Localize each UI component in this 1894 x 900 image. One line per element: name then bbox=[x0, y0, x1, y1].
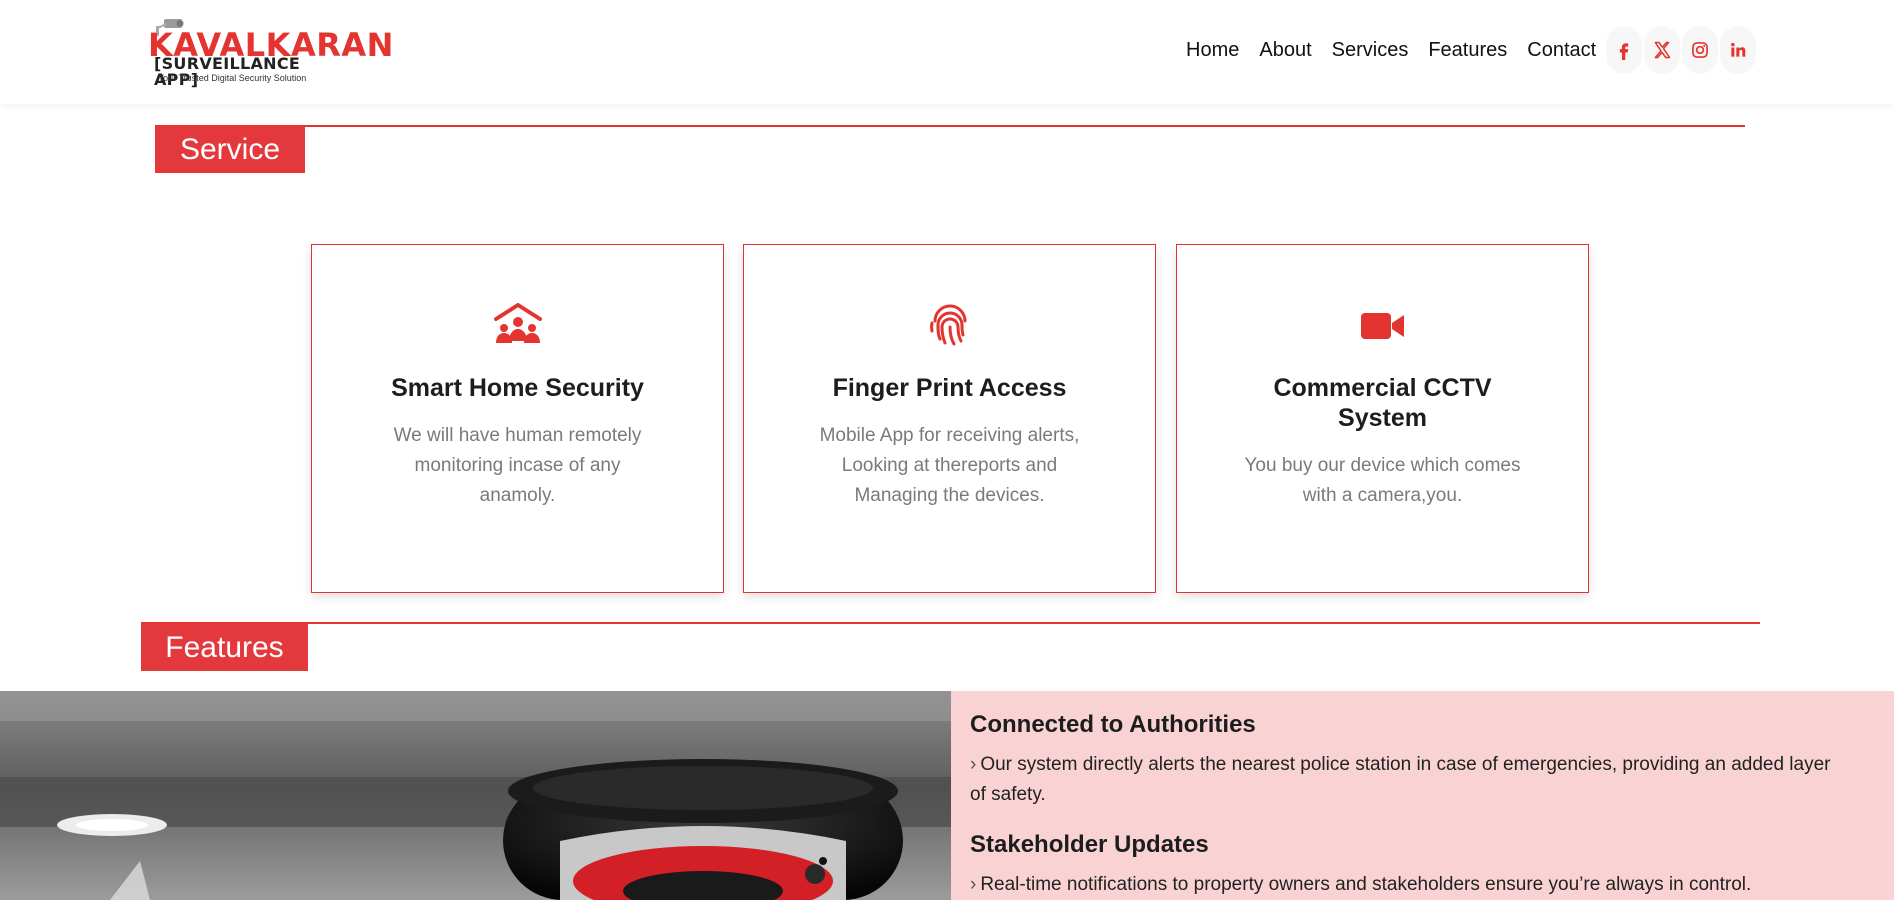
card-title: Commercial CCTV System bbox=[1273, 374, 1492, 432]
facebook-icon bbox=[1620, 43, 1629, 60]
card-title: Finger Print Access bbox=[832, 374, 1067, 402]
card-description: Mobile App for receiving alerts, Looking… bbox=[819, 425, 1080, 506]
features-heading: Features bbox=[141, 624, 308, 671]
brand-subtitle: [SURVEILLANCE APP] bbox=[154, 54, 301, 89]
instagram-button[interactable] bbox=[1682, 26, 1719, 74]
card-title: Smart Home Security bbox=[391, 374, 644, 402]
service-heading-rule bbox=[155, 125, 1745, 127]
dome-camera-photo bbox=[0, 691, 951, 900]
features-panel: Connected to Authorities › Our system dir… bbox=[951, 691, 1894, 900]
card-description: We will have human remotely monitoring i… bbox=[393, 425, 642, 506]
social-links bbox=[1606, 26, 1758, 74]
nav-about[interactable]: About bbox=[1259, 39, 1311, 62]
feature-description: › Real-time notifications to property own… bbox=[970, 870, 1850, 900]
security-camera-image bbox=[0, 691, 951, 900]
feature-title: Connected to Authorities bbox=[970, 711, 1256, 738]
service-card-cctv[interactable]: Commercial CCTV System You buy our devic… bbox=[1176, 244, 1589, 593]
main-nav: Home About Services Features Contact bbox=[1186, 26, 1758, 74]
x-button[interactable] bbox=[1644, 26, 1681, 74]
service-card-fingerprint[interactable]: Finger Print Access Mobile App for recei… bbox=[743, 244, 1156, 593]
card-description: You buy our device which comes with a ca… bbox=[1244, 455, 1521, 506]
x-twitter-icon bbox=[1654, 41, 1671, 59]
feature-description-text: Our system directly alerts the nearest p… bbox=[970, 754, 1831, 805]
linkedin-icon bbox=[1731, 42, 1746, 57]
service-heading: Service bbox=[155, 126, 305, 173]
home-people-icon bbox=[493, 303, 542, 343]
brand-tagline: Your Trusted Digital Security Solution bbox=[158, 73, 307, 83]
facebook-button[interactable] bbox=[1606, 26, 1643, 74]
fingerprint-icon bbox=[929, 304, 966, 346]
chevron-right-icon: › bbox=[970, 874, 977, 895]
feature-title: Stakeholder Updates bbox=[970, 831, 1209, 858]
nav-home[interactable]: Home bbox=[1186, 39, 1239, 62]
nav-services[interactable]: Services bbox=[1332, 39, 1409, 62]
feature-description: › Our system directly alerts the nearest … bbox=[970, 750, 1850, 810]
nav-features[interactable]: Features bbox=[1428, 39, 1507, 62]
brand-logo[interactable]: KAVALKARAN [SURVEILLANCE APP] Your Trust… bbox=[148, 16, 393, 89]
feature-description-text: Real-time notifications to property owne… bbox=[980, 874, 1752, 895]
instagram-icon bbox=[1692, 42, 1709, 58]
service-card-smart-home[interactable]: Smart Home Security We will have human r… bbox=[311, 244, 724, 593]
linkedin-button[interactable] bbox=[1720, 26, 1757, 74]
nav-contact[interactable]: Contact bbox=[1527, 39, 1596, 62]
features-heading-rule bbox=[141, 622, 1760, 624]
video-camera-icon bbox=[1360, 313, 1404, 339]
chevron-right-icon: › bbox=[970, 754, 977, 775]
site-header: KAVALKARAN [SURVEILLANCE APP] Your Trust… bbox=[0, 0, 1894, 104]
